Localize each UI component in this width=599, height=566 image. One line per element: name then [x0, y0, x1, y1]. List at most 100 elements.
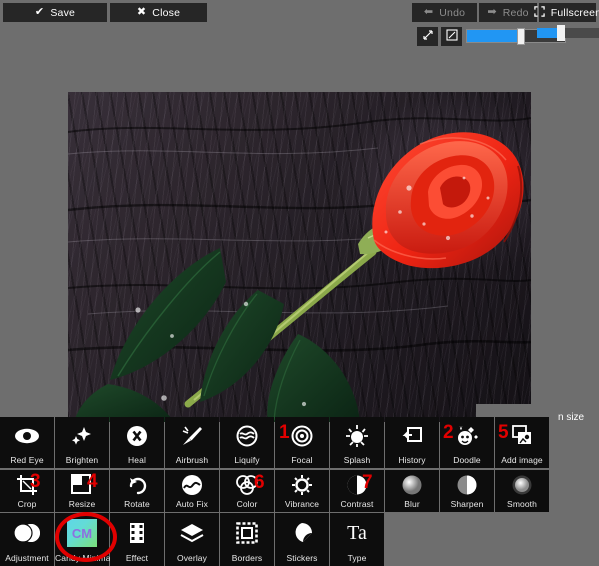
sharpen-icon: [456, 473, 478, 497]
fullscreen-button[interactable]: Fullscreen: [534, 3, 599, 22]
brush-size-slider[interactable]: [537, 25, 599, 41]
annotation-number-1: 1: [279, 422, 290, 443]
tool-label: Adjustment: [5, 553, 49, 563]
tool-label: Auto Fix: [176, 499, 208, 509]
fit-to-screen-button[interactable]: [417, 27, 438, 46]
undo-button-label: Undo: [439, 6, 466, 19]
check-icon: ✔: [34, 6, 45, 18]
actual-size-icon: [445, 28, 458, 46]
tool-label: Resize: [68, 499, 96, 509]
tool-row-primary: Red Eye Brighten Heal Airbrush Liquify 1…: [0, 417, 550, 468]
resize-icon: [71, 473, 93, 497]
tool-label: Overlay: [177, 553, 207, 563]
tool-doodle[interactable]: 2 Doodle: [440, 417, 494, 468]
focal-target-icon: [291, 421, 313, 451]
vibrance-sun-icon: [291, 473, 313, 497]
tool-candy-minimal[interactable]: CM Candy Minimal: [55, 513, 113, 566]
tool-label: Doodle: [453, 455, 481, 465]
type-glyph: Ta: [347, 522, 367, 544]
auto-fix-icon: [181, 473, 203, 497]
border-frame-icon: [236, 518, 258, 548]
blur-icon: [401, 473, 423, 497]
brush-size-slider-fill: [537, 28, 560, 38]
contrast-icon: [346, 473, 368, 497]
tool-label: Vibrance: [284, 499, 320, 509]
tool-label: Liquify: [234, 455, 260, 465]
tool-vibrance[interactable]: Vibrance: [275, 470, 329, 512]
tool-red-eye[interactable]: Red Eye: [0, 417, 54, 468]
tool-label: Heal: [128, 455, 146, 465]
tool-label: Brighten: [65, 455, 99, 465]
brush-size-slider-handle[interactable]: [557, 25, 566, 41]
tool-liquify[interactable]: Liquify: [220, 417, 274, 468]
tool-label: History: [398, 455, 426, 465]
tool-label: Crop: [17, 499, 37, 509]
tool-sharpen[interactable]: Sharpen: [440, 470, 494, 512]
tool-add-image[interactable]: 5 Add image: [495, 417, 549, 468]
tool-resize[interactable]: 4 Resize: [55, 470, 109, 512]
arrow-right-icon: ➡: [487, 6, 497, 18]
crop-icon: [16, 473, 38, 497]
image-canvas[interactable]: [68, 92, 531, 422]
tool-row-adjust: 3 Crop 4 Resize Rotate Auto Fix 6 Color …: [0, 470, 550, 512]
tool-row-effects: Adjustment CM Candy Minimal Effect Overl…: [0, 513, 385, 566]
tool-effect[interactable]: Effect: [110, 513, 164, 566]
zoom-slider-handle[interactable]: [516, 28, 525, 45]
smooth-icon: [511, 473, 533, 497]
tool-label: Type: [347, 553, 367, 563]
tool-label: Red Eye: [10, 455, 44, 465]
tool-heal[interactable]: Heal: [110, 417, 164, 468]
tool-auto-fix[interactable]: Auto Fix: [165, 470, 219, 512]
zoom-slider-fill: [467, 30, 520, 42]
tool-borders[interactable]: Borders: [220, 513, 274, 566]
tool-color[interactable]: 6 Color: [220, 470, 274, 512]
tool-overlay[interactable]: Overlay: [165, 513, 219, 566]
tool-blur[interactable]: Blur: [385, 470, 439, 512]
tool-label: Sharpen: [450, 499, 484, 509]
annotation-number-5: 5: [498, 422, 509, 443]
tool-rotate[interactable]: Rotate: [110, 470, 164, 512]
redo-button[interactable]: ➡ Redo: [479, 3, 537, 22]
fit-to-screen-icon: [422, 28, 434, 46]
tool-label: Color: [236, 499, 258, 509]
annotation-number-2: 2: [443, 422, 454, 443]
tool-brighten[interactable]: Brighten: [55, 417, 109, 468]
sparkles-icon: [70, 421, 94, 451]
tool-crop[interactable]: 3 Crop: [0, 470, 54, 512]
heal-bandage-icon: [126, 421, 148, 451]
airbrush-icon: [180, 421, 204, 451]
tool-contrast[interactable]: 7 Contrast: [330, 470, 384, 512]
close-button[interactable]: ✖ Close: [110, 3, 207, 22]
fullscreen-icon: [534, 5, 545, 20]
save-button-label: Save: [50, 6, 76, 19]
fullscreen-button-label: Fullscreen: [550, 6, 599, 19]
save-button[interactable]: ✔ Save: [3, 3, 107, 22]
adjustment-icon: [13, 518, 41, 548]
add-image-icon: [510, 421, 534, 451]
tool-type[interactable]: Ta Type: [330, 513, 384, 566]
tool-label: Borders: [231, 553, 263, 563]
rotate-icon: [127, 473, 147, 497]
type-Ta-icon: Ta: [347, 518, 367, 548]
film-strip-icon: [127, 518, 147, 548]
tool-label: Candy Minimal: [55, 553, 113, 563]
tool-adjustment[interactable]: Adjustment: [0, 513, 54, 566]
tool-airbrush[interactable]: Airbrush: [165, 417, 219, 468]
redo-button-label: Redo: [502, 6, 529, 19]
tool-history[interactable]: History: [385, 417, 439, 468]
tool-label: Stickers: [286, 553, 318, 563]
tool-stickers[interactable]: Stickers: [275, 513, 329, 566]
actual-size-button[interactable]: [441, 27, 462, 46]
brush-size-label: n size: [558, 412, 585, 423]
tool-label: Focal: [291, 455, 313, 465]
close-button-label: Close: [152, 6, 181, 19]
eye-icon: [14, 421, 40, 451]
tool-focal[interactable]: 1 Focal: [275, 417, 329, 468]
tool-label: Effect: [125, 553, 149, 563]
candy-minimal-thumb: CM: [67, 518, 97, 548]
tool-label: Add image: [501, 455, 543, 465]
tool-splash[interactable]: Splash: [330, 417, 384, 468]
tool-smooth[interactable]: Smooth: [495, 470, 549, 512]
undo-button[interactable]: ⬅ Undo: [412, 3, 477, 22]
tool-label: Contrast: [340, 499, 374, 509]
